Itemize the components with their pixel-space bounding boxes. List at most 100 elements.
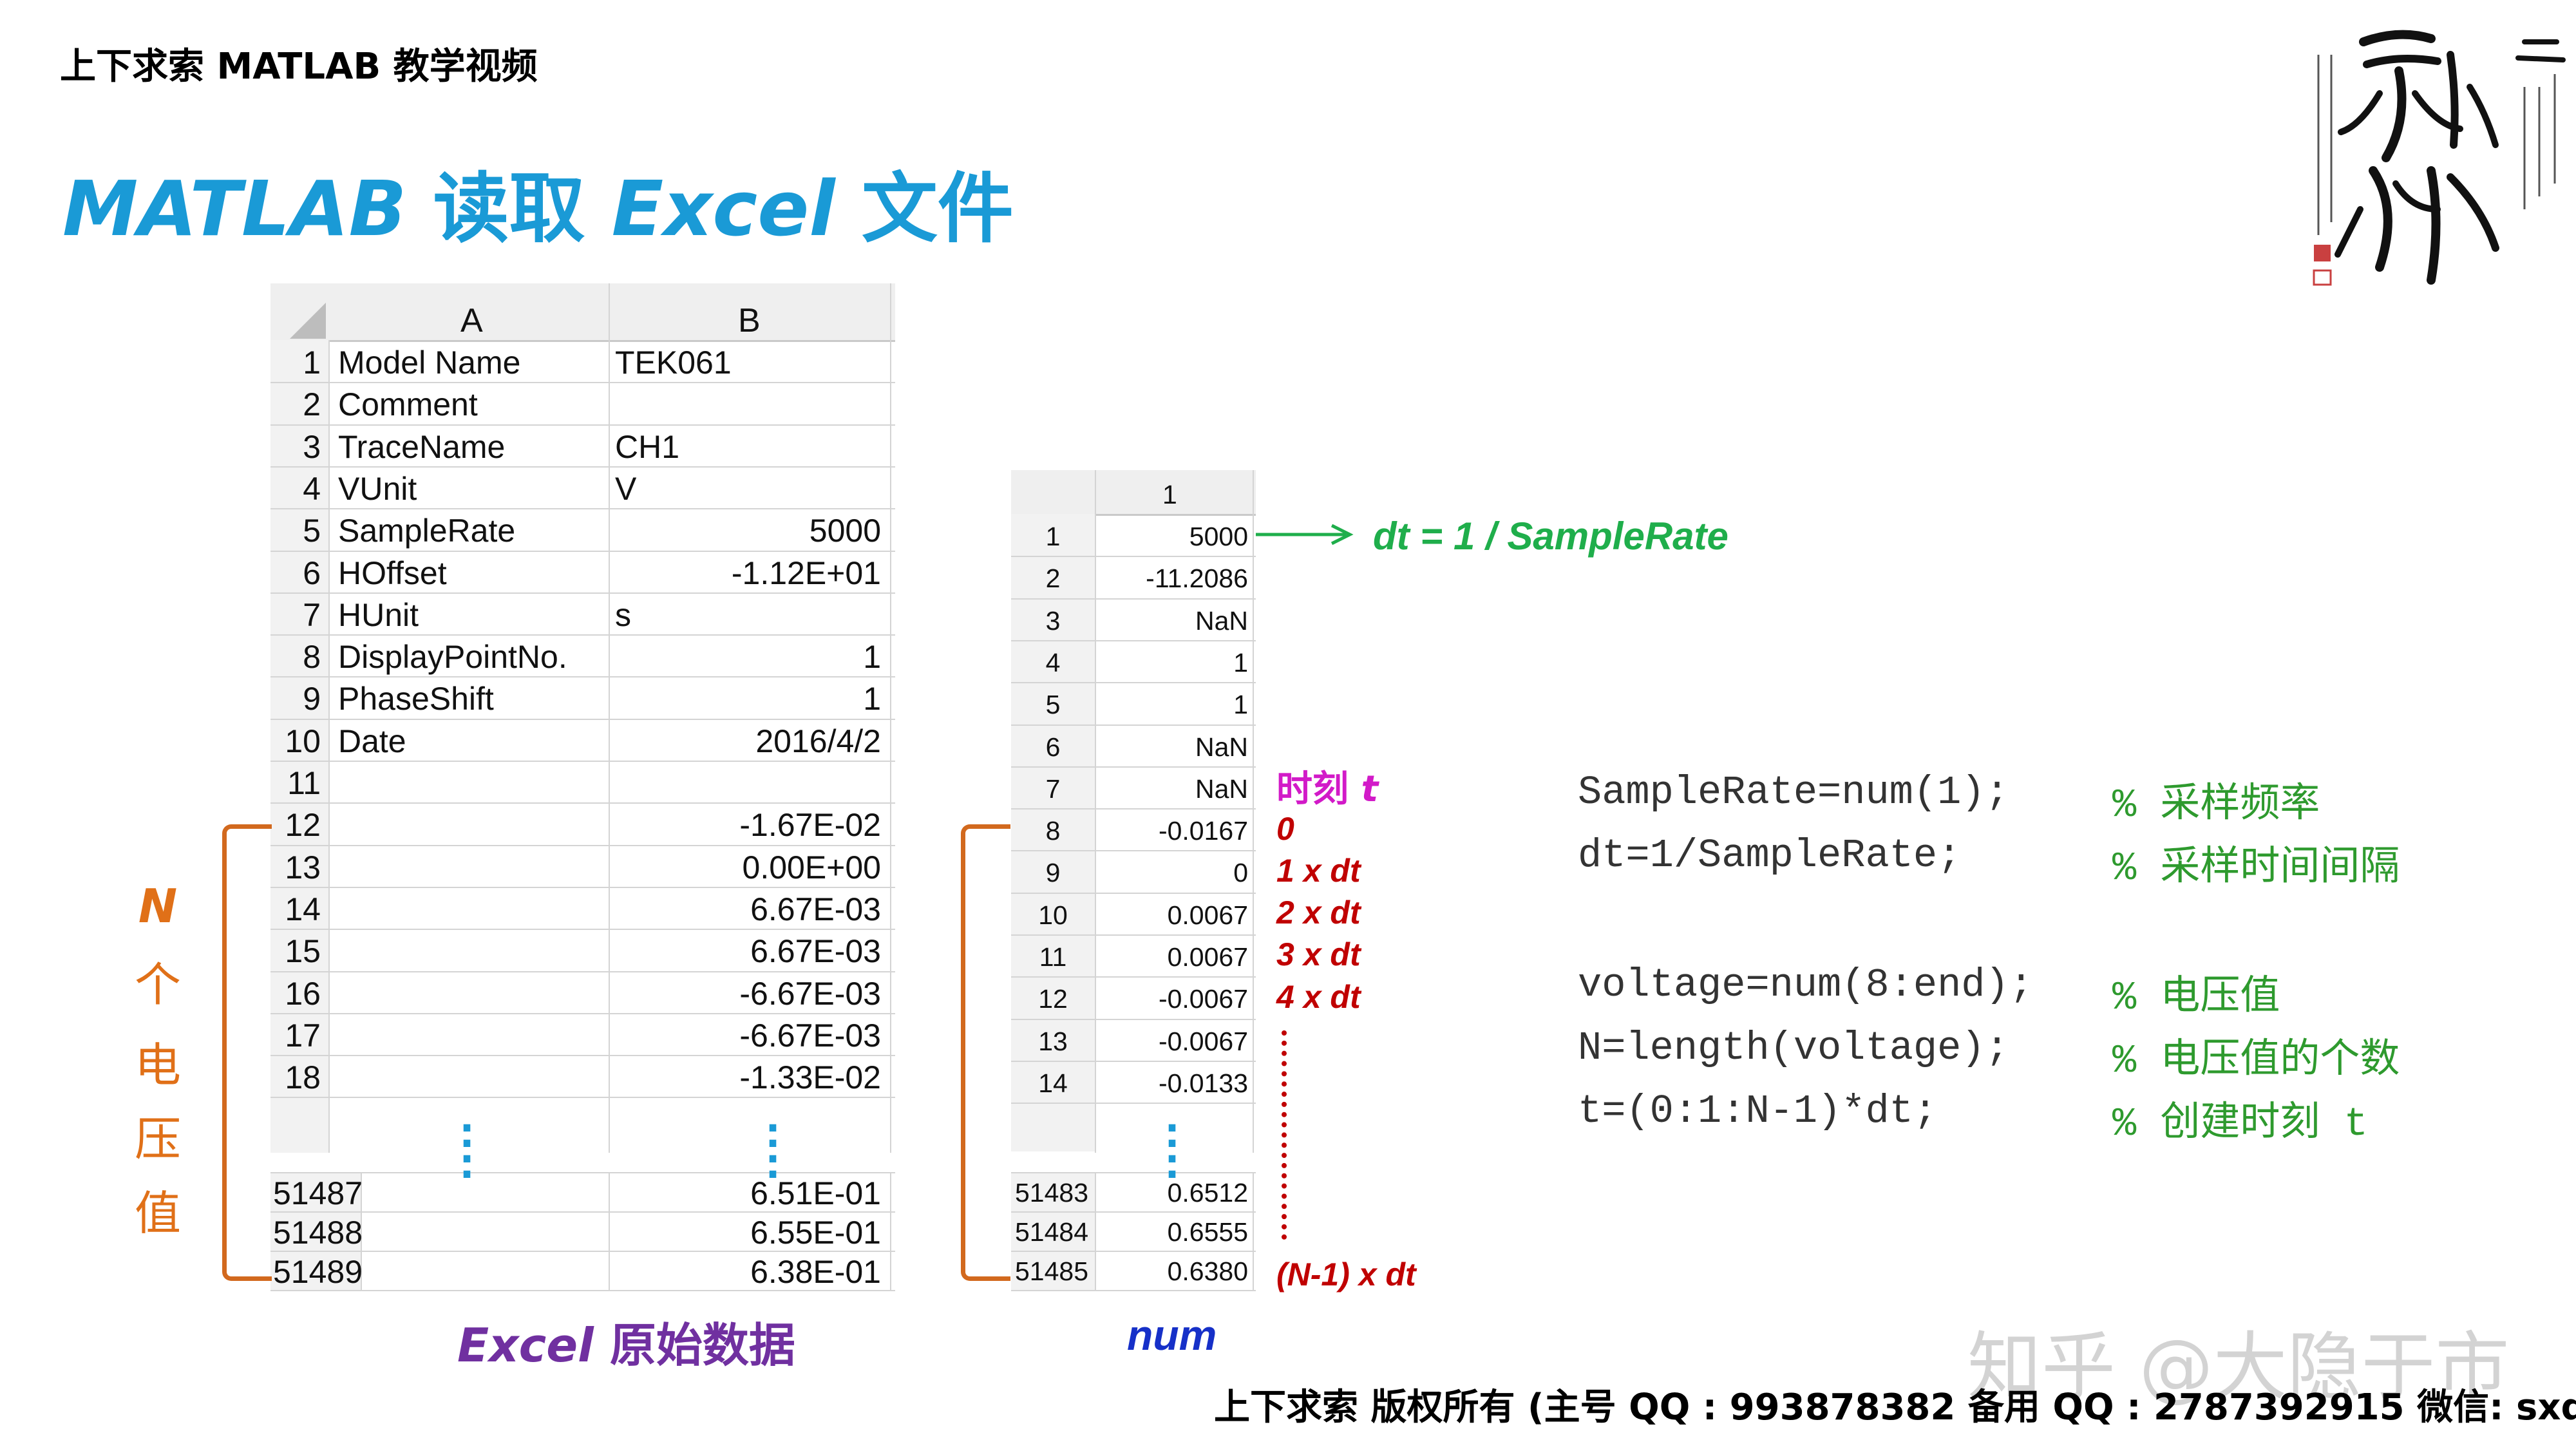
select-all-corner-icon[interactable] xyxy=(290,303,326,339)
num-row-number[interactable]: 1 xyxy=(1011,524,1095,550)
num-cell[interactable]: 0.0067 xyxy=(1168,902,1248,929)
excel-row-number[interactable]: 13 xyxy=(270,851,321,884)
num-cell[interactable]: 0.6555 xyxy=(1168,1219,1248,1245)
excel-cell-b[interactable]: -6.67E-03 xyxy=(739,978,881,1010)
excel-cell-b[interactable]: 1 xyxy=(863,683,881,715)
num-cell[interactable]: 0 xyxy=(1233,860,1248,886)
excel-cell-a[interactable]: Comment xyxy=(338,388,478,421)
time-mark: 4 x dt xyxy=(1276,978,1361,1016)
excel-row-number[interactable]: 51488 xyxy=(273,1217,363,1249)
excel-cell-b[interactable]: TEK061 xyxy=(615,346,732,379)
num-row-number[interactable]: 10 xyxy=(1011,902,1095,929)
excel-cell-a[interactable]: HUnit xyxy=(338,599,419,631)
excel-row-number[interactable]: 10 xyxy=(270,725,321,757)
excel-row-number[interactable]: 7 xyxy=(270,599,321,631)
num-row-number[interactable]: 2 xyxy=(1011,565,1095,592)
excel-cell-a[interactable]: Model Name xyxy=(338,346,520,379)
excel-cell-b[interactable]: s xyxy=(615,599,631,631)
excel-row-number[interactable]: 3 xyxy=(270,431,321,463)
num-row-number[interactable]: 3 xyxy=(1011,608,1095,634)
num-row-number[interactable]: 14 xyxy=(1011,1070,1095,1097)
excel-row-number[interactable]: 51489 xyxy=(273,1256,363,1288)
num-row-number[interactable]: 8 xyxy=(1011,818,1095,844)
excel-row-number[interactable]: 1 xyxy=(270,346,321,379)
excel-row-number[interactable]: 5 xyxy=(270,515,321,547)
num-cell[interactable]: -0.0133 xyxy=(1159,1070,1248,1097)
excel-cell-a[interactable]: SampleRate xyxy=(338,515,515,547)
num-row-number[interactable]: 13 xyxy=(1011,1028,1095,1055)
num-cell[interactable]: -0.0067 xyxy=(1159,1028,1248,1055)
excel-column-header-b[interactable]: B xyxy=(738,304,761,337)
excel-cell-a[interactable]: TraceName xyxy=(338,431,505,463)
num-cell[interactable]: -11.2086 xyxy=(1146,565,1248,592)
excel-row-number[interactable]: 18 xyxy=(270,1061,321,1094)
excel-cell-a[interactable]: PhaseShift xyxy=(338,683,494,715)
title-file: 文件 xyxy=(835,164,1014,253)
excel-cell-b[interactable]: 2016/4/2 xyxy=(755,725,881,757)
num-cell[interactable]: -0.0067 xyxy=(1159,986,1248,1012)
num-row-number[interactable]: 6 xyxy=(1011,734,1095,761)
grid-line xyxy=(1011,1061,1256,1062)
excel-cell-b[interactable]: -6.67E-03 xyxy=(739,1019,881,1052)
num-row-number[interactable]: 5 xyxy=(1011,692,1095,718)
excel-cell-b[interactable]: 0.00E+00 xyxy=(743,851,881,884)
num-cell[interactable]: 5000 xyxy=(1189,524,1248,550)
num-row-number[interactable]: 9 xyxy=(1011,860,1095,886)
excel-column-header-a[interactable]: A xyxy=(460,304,483,337)
excel-cell-a[interactable]: VUnit xyxy=(338,473,417,505)
num-row-number[interactable]: 4 xyxy=(1011,650,1095,676)
right-arrow-icon xyxy=(1256,522,1359,547)
excel-row-number[interactable]: 8 xyxy=(270,641,321,673)
num-row-number[interactable]: 7 xyxy=(1011,776,1095,802)
num-cell[interactable]: NaN xyxy=(1195,776,1248,802)
num-cell[interactable]: 0.0067 xyxy=(1168,944,1248,971)
excel-cell-b[interactable]: V xyxy=(615,473,636,505)
excel-row-number[interactable]: 17 xyxy=(270,1019,321,1052)
excel-row-number[interactable]: 9 xyxy=(270,683,321,715)
num-cell[interactable]: 1 xyxy=(1233,650,1248,676)
excel-cell-b[interactable]: -1.33E-02 xyxy=(739,1061,881,1094)
excel-cell-b[interactable]: CH1 xyxy=(615,431,679,463)
excel-row-number[interactable]: 6 xyxy=(270,557,321,589)
excel-row-number[interactable]: 4 xyxy=(270,473,321,505)
excel-row-number[interactable]: 11 xyxy=(270,767,321,799)
vertical-ellipsis-icon: ···· xyxy=(763,1121,782,1182)
excel-row-number[interactable]: 16 xyxy=(270,978,321,1010)
excel-row-number[interactable]: 51487 xyxy=(273,1177,363,1209)
excel-cell-b[interactable]: 6.55E-01 xyxy=(750,1217,881,1249)
excel-cell-b[interactable]: -1.67E-02 xyxy=(739,809,881,841)
excel-cell-a[interactable]: Date xyxy=(338,725,406,757)
num-cell[interactable]: 0.6512 xyxy=(1168,1180,1248,1206)
time-mark-last: (N-1) x dt xyxy=(1276,1256,1416,1293)
num-row-number[interactable]: 11 xyxy=(1011,944,1095,971)
num-row-number[interactable]: 51485 xyxy=(1015,1258,1088,1285)
num-cell[interactable]: 1 xyxy=(1233,692,1248,718)
num-cell[interactable]: NaN xyxy=(1195,608,1248,634)
num-row-number[interactable]: 12 xyxy=(1011,986,1095,1012)
excel-cell-b[interactable]: 6.38E-01 xyxy=(750,1256,881,1288)
excel-row-number[interactable]: 15 xyxy=(270,935,321,967)
excel-row-number[interactable]: 14 xyxy=(270,893,321,925)
num-row-number[interactable]: 51484 xyxy=(1015,1219,1088,1245)
grid-line xyxy=(1095,470,1096,1153)
time-label: 时刻 t xyxy=(1276,760,1378,812)
excel-row-number[interactable]: 12 xyxy=(270,809,321,841)
grid-line xyxy=(1011,556,1256,557)
excel-cell-b[interactable]: -1.12E+01 xyxy=(732,557,881,589)
num-column-header[interactable]: 1 xyxy=(1162,482,1177,508)
excel-cell-a[interactable]: DisplayPointNo. xyxy=(338,641,567,673)
grid-line xyxy=(1011,724,1256,726)
num-cell[interactable]: 0.6380 xyxy=(1168,1258,1248,1285)
grid-line xyxy=(270,929,895,930)
excel-cell-a[interactable]: HOffset xyxy=(338,557,447,589)
excel-row-number[interactable]: 2 xyxy=(270,388,321,421)
num-cell[interactable]: NaN xyxy=(1195,734,1248,761)
excel-cell-b[interactable]: 5000 xyxy=(810,515,881,547)
excel-cell-b[interactable]: 6.67E-03 xyxy=(750,893,881,925)
grid-line xyxy=(1011,682,1256,683)
num-cell[interactable]: -0.0167 xyxy=(1159,818,1248,844)
excel-cell-b[interactable]: 6.67E-03 xyxy=(750,935,881,967)
excel-cell-b[interactable]: 1 xyxy=(863,641,881,673)
excel-voltage-bracket xyxy=(222,824,272,1281)
num-row-number[interactable]: 51483 xyxy=(1015,1180,1088,1206)
